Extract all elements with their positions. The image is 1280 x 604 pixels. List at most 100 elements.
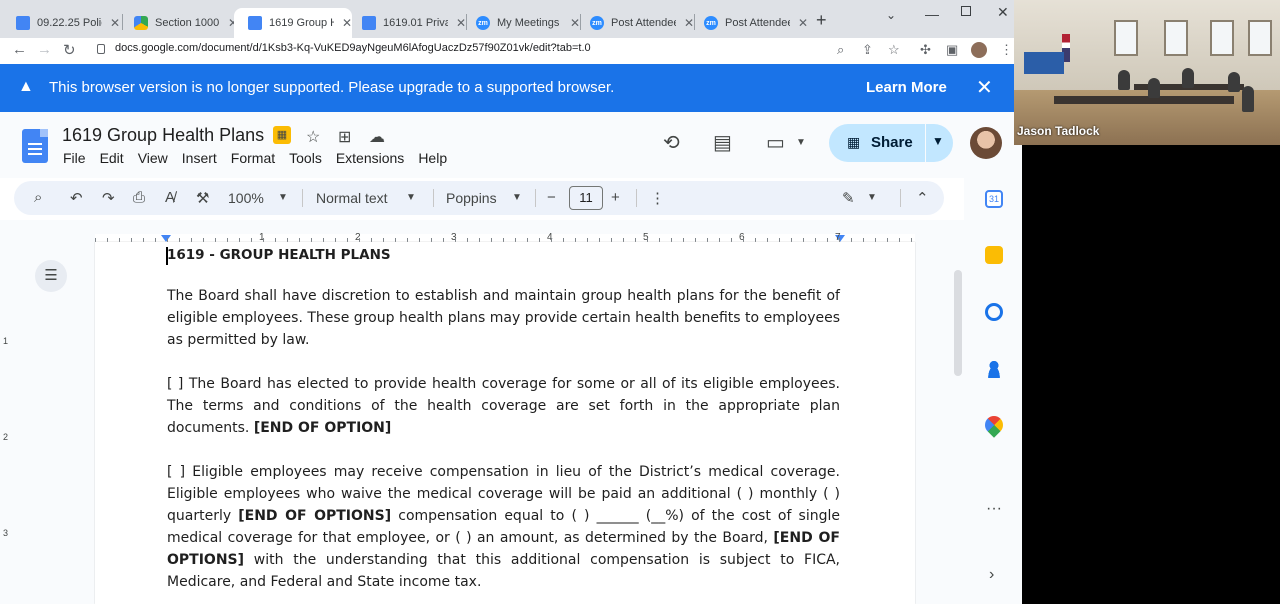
document-heading: 1619 - GROUP HEALTH PLANS — [167, 247, 391, 263]
screen: 09.22.25 Polic ✕ Section 1000 ✕ 1619 Gro… — [0, 0, 1280, 604]
menu-tools[interactable]: Tools — [289, 150, 322, 166]
tab-1619-group-health[interactable]: 1619 Group H ✕ — [234, 8, 352, 38]
tab-search-icon[interactable]: ⌄ — [886, 8, 896, 22]
tab-post-attendee-2[interactable]: zm Post Attendee ✕ — [690, 8, 808, 38]
tasks-icon[interactable] — [985, 303, 1003, 321]
text-cursor — [166, 247, 168, 265]
keep-icon[interactable] — [985, 246, 1003, 264]
close-icon[interactable]: ✕ — [976, 75, 993, 100]
scrollbar[interactable] — [954, 270, 962, 376]
menu-extensions[interactable]: Extensions — [336, 150, 404, 166]
increase-font-size-icon[interactable]: + — [611, 189, 620, 206]
close-icon[interactable]: ✕ — [110, 16, 120, 30]
extensions-icon[interactable]: ✣ — [920, 42, 931, 58]
profile-avatar[interactable] — [971, 42, 987, 58]
reload-icon[interactable]: ↻ — [63, 41, 76, 59]
tab-1619-01-privacy[interactable]: 1619.01 Privac ✕ — [348, 8, 466, 38]
move-folder-icon[interactable]: ⊞ — [338, 127, 351, 147]
chevron-down-icon[interactable]: ▼ — [278, 192, 288, 203]
font-select[interactable]: Poppins — [446, 190, 497, 206]
cloud-status-icon[interactable]: ☁ — [369, 127, 385, 147]
undo-icon[interactable]: ↶ — [70, 189, 83, 207]
tab-title: Section 1000 — [155, 17, 220, 29]
calendar-icon[interactable]: 31 — [985, 190, 1003, 208]
participant-name: Jason Tadlock — [1017, 124, 1100, 138]
expand-side-panel-icon[interactable]: › — [989, 566, 994, 584]
unsupported-browser-banner: ▲ This browser version is no longer supp… — [0, 64, 1022, 112]
learn-more-link[interactable]: Learn More — [866, 79, 947, 96]
document-area: 1 2 3 4 5 6 7 1 2 3 ☰ 1619 - GROUP HEALT… — [0, 220, 964, 604]
close-icon[interactable]: ✕ — [798, 16, 808, 30]
account-avatar[interactable] — [970, 127, 1002, 159]
menu-format[interactable]: Format — [231, 150, 275, 166]
menu-edit[interactable]: Edit — [100, 150, 124, 166]
menu-file[interactable]: File — [63, 150, 86, 166]
zoom-icon: zm — [590, 16, 604, 30]
tab-section-1000[interactable]: Section 1000 ✕ — [120, 8, 238, 38]
url-field[interactable]: docs.google.com/document/d/1Ksb3-Kq-VuKE… — [115, 42, 591, 54]
version-history-icon[interactable]: ⟲ — [663, 130, 680, 155]
star-icon[interactable]: ☆ — [306, 127, 320, 147]
chevron-down-icon[interactable]: ▼ — [406, 192, 416, 203]
more-addons-icon[interactable]: ··· — [986, 500, 1002, 518]
search-menus-icon[interactable]: ⌕ — [34, 189, 42, 206]
bookmark-star-icon[interactable]: ☆ — [888, 42, 900, 58]
maps-icon[interactable] — [981, 412, 1007, 438]
redo-icon[interactable]: ↷ — [102, 189, 115, 207]
meet-icon[interactable]: ▭ — [766, 130, 785, 155]
minimize-icon[interactable]: — — [925, 6, 939, 22]
zoom-icon: zm — [704, 16, 718, 30]
chevron-down-icon[interactable]: ▼ — [867, 192, 877, 203]
chevron-down-icon[interactable]: ▼ — [932, 134, 944, 148]
menu-view[interactable]: View — [138, 150, 168, 166]
zoom-lens-icon[interactable]: ⌕ — [837, 42, 844, 58]
docs-icon — [248, 16, 262, 30]
share-page-icon[interactable]: ⇪ — [862, 42, 873, 58]
tab-policy[interactable]: 09.22.25 Polic ✕ — [2, 8, 120, 38]
tab-post-attendee-1[interactable]: zm Post Attendee ✕ — [576, 8, 694, 38]
side-panel-icon[interactable]: ▣ — [946, 42, 958, 58]
docs-icon — [362, 16, 376, 30]
maximize-icon[interactable] — [961, 6, 971, 16]
tab-title: Post Attendee — [725, 17, 790, 29]
paint-format-icon[interactable]: ⚒ — [196, 189, 209, 207]
side-panel: 31 ··· › — [964, 178, 1022, 604]
site-info-icon[interactable] — [97, 44, 105, 54]
docs-logo-icon[interactable] — [22, 129, 48, 163]
more-options-icon[interactable]: ⋮ — [650, 189, 665, 207]
paragraph-style-select[interactable]: Normal text — [316, 190, 388, 206]
browser-window: 09.22.25 Polic ✕ Section 1000 ✕ 1619 Gro… — [0, 0, 1022, 604]
comments-icon[interactable]: ▤ — [713, 130, 732, 155]
browser-menu-icon[interactable]: ⋮ — [1000, 42, 1013, 58]
share-icon: ▦ — [847, 134, 861, 150]
tab-title: 1619.01 Privac — [383, 17, 448, 29]
chevron-down-icon[interactable]: ▼ — [512, 192, 522, 203]
spellcheck-icon[interactable]: A̸ — [165, 189, 175, 206]
document-title[interactable]: 1619 Group Health Plans — [62, 125, 264, 146]
document-body[interactable]: 1619 - GROUP HEALTH PLANS The Board shal… — [166, 244, 840, 593]
hide-menus-icon[interactable]: ⌃ — [916, 189, 929, 207]
docs-icon — [16, 16, 30, 30]
decrease-font-size-icon[interactable]: − — [547, 189, 556, 206]
forward-icon[interactable]: → — [37, 41, 52, 58]
document-outline-icon[interactable]: ☰ — [35, 260, 67, 292]
editing-mode-icon[interactable]: ✎ — [842, 189, 855, 207]
new-tab-icon[interactable]: + — [816, 10, 827, 31]
address-bar: ← → ↻ docs.google.com/document/d/1Ksb3-K… — [0, 38, 1022, 64]
tab-my-meetings[interactable]: zm My Meetings ✕ — [462, 8, 580, 38]
ruler-number: 2 — [3, 432, 9, 442]
document-page[interactable]: 1619 - GROUP HEALTH PLANS The Board shal… — [95, 242, 915, 604]
font-size-input[interactable]: 11 — [569, 186, 603, 210]
menu-help[interactable]: Help — [418, 150, 447, 166]
back-icon[interactable]: ← — [12, 41, 27, 58]
contacts-icon[interactable] — [985, 360, 1003, 378]
menu-insert[interactable]: Insert — [182, 150, 217, 166]
share-button[interactable]: ▦ Share ▼ — [829, 124, 953, 162]
close-window-icon[interactable]: ✕ — [997, 4, 1009, 21]
zoom-select[interactable]: 100% — [228, 190, 264, 206]
print-icon[interactable]: ⎙ — [133, 189, 145, 206]
indent-marker[interactable] — [161, 235, 171, 242]
chevron-down-icon[interactable]: ▼ — [796, 137, 806, 148]
offline-disabled-icon[interactable]: ▦ — [273, 126, 291, 144]
paragraph-3: [ ] Eligible employees may receive compe… — [167, 464, 840, 590]
